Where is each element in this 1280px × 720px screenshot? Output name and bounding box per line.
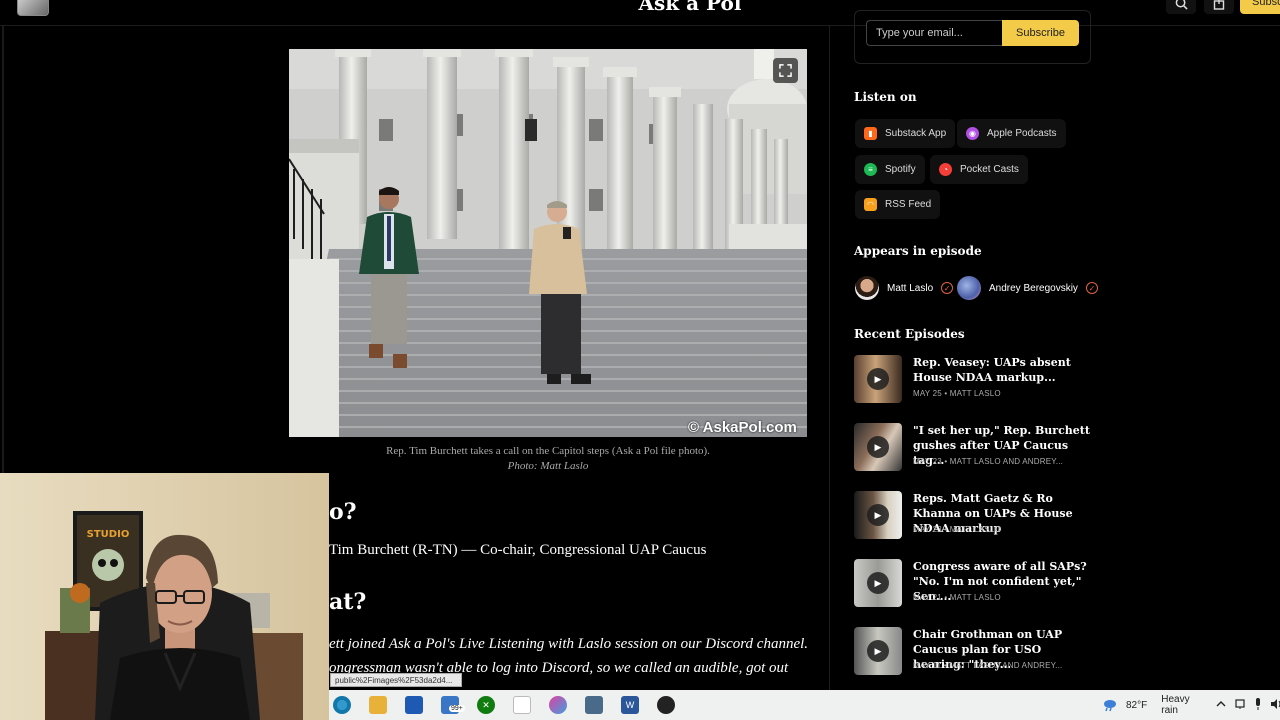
svg-text:STUDIO: STUDIO bbox=[87, 529, 130, 540]
webcam-illustration: STUDIO bbox=[0, 473, 329, 720]
platform-pocket-casts[interactable]: ◔ Pocket Casts bbox=[930, 155, 1028, 184]
capitol-steps-illustration bbox=[289, 49, 807, 437]
verified-icon: ✓ bbox=[1085, 282, 1098, 294]
mail-icon[interactable]: 99+ bbox=[441, 696, 465, 714]
person-name: Matt Laslo bbox=[887, 282, 934, 294]
platform-label: Spotify bbox=[885, 164, 916, 175]
share-button[interactable] bbox=[1204, 0, 1234, 14]
image-watermark: © AskaPol.com bbox=[688, 419, 797, 436]
hero-photo[interactable] bbox=[289, 49, 807, 437]
microphone-icon[interactable] bbox=[1254, 697, 1262, 713]
play-icon[interactable]: ▶ bbox=[867, 436, 889, 458]
person-name: Andrey Beregovskiy bbox=[989, 282, 1078, 294]
episode-meta: MAY 11 • MATT LASLO AND ANDREY... bbox=[913, 661, 1063, 670]
expand-icon bbox=[779, 64, 792, 77]
caption-text: Rep. Tim Burchett takes a call on the Ca… bbox=[386, 445, 710, 457]
platform-rss[interactable]: ◠ RSS Feed bbox=[855, 190, 941, 219]
play-icon[interactable]: ▶ bbox=[867, 572, 889, 594]
subscribe-button[interactable]: Subscribe bbox=[1002, 20, 1079, 46]
search-icon bbox=[1175, 0, 1188, 10]
episode-item[interactable]: ▶ Congress aware of all SAPs? "No. I'm n… bbox=[854, 559, 1094, 611]
xbox-icon[interactable]: ✕ bbox=[477, 696, 495, 714]
mail-badge: 99+ bbox=[449, 705, 465, 712]
calculator-icon[interactable] bbox=[585, 696, 603, 714]
play-icon[interactable]: ▶ bbox=[867, 640, 889, 662]
system-tray: 82°F Heavy rain bbox=[1102, 690, 1280, 720]
rss-icon: ◠ bbox=[864, 198, 877, 211]
platform-label: Pocket Casts bbox=[960, 164, 1019, 175]
play-icon[interactable]: ▶ bbox=[867, 504, 889, 526]
episode-item[interactable]: ▶ Rep. Veasey: UAPs absent House NDAA ma… bbox=[854, 355, 1094, 407]
taskbar: 99+ ✕ W 82°F Heavy rain bbox=[329, 690, 1280, 720]
episode-meta: MAY 21 • MATT LASLO bbox=[913, 593, 1001, 602]
webcam-overlay: STUDIO bbox=[0, 473, 329, 720]
section-heading-what: at? bbox=[329, 589, 367, 615]
appears-heading: Appears in episode bbox=[854, 244, 982, 258]
status-bar-url: public%2Fimages%2F53da2d4... bbox=[330, 673, 462, 687]
share-icon bbox=[1213, 0, 1225, 10]
who-line: Tim Burchett (R-TN) — Co-chair, Congress… bbox=[329, 542, 707, 558]
photo-credit: Photo: Matt Laslo bbox=[507, 460, 589, 472]
avatar bbox=[957, 276, 981, 300]
episode-item[interactable]: ▶ Reps. Matt Gaetz & Ro Khanna on UAPs &… bbox=[854, 491, 1094, 543]
person-matt-laslo[interactable]: Matt Laslo ✓ bbox=[855, 276, 954, 300]
avatar bbox=[855, 276, 879, 300]
episode-meta: MAY 23 • MATT LASLO bbox=[913, 525, 1001, 534]
episode-item[interactable]: ▶ "I set her up," Rep. Burchett gushes a… bbox=[854, 423, 1094, 475]
network-icon[interactable] bbox=[1234, 698, 1246, 713]
pocketcasts-icon: ◔ bbox=[939, 163, 952, 176]
listen-on-heading: Listen on bbox=[854, 90, 917, 104]
email-field[interactable] bbox=[866, 20, 1003, 46]
left-edge bbox=[2, 26, 4, 473]
search-button[interactable] bbox=[1166, 0, 1196, 14]
weather-text[interactable]: Heavy rain bbox=[1161, 694, 1189, 716]
episode-item[interactable]: ▶ Chair Grothman on UAP Caucus plan for … bbox=[854, 627, 1094, 679]
word-icon[interactable]: W bbox=[621, 696, 639, 714]
store-icon[interactable] bbox=[405, 696, 423, 714]
platform-substack[interactable]: ▮ Substack App bbox=[855, 119, 956, 148]
obs-icon[interactable] bbox=[657, 696, 675, 714]
play-icon[interactable]: ▶ bbox=[867, 368, 889, 390]
section-heading-who: o? bbox=[329, 499, 357, 525]
podcast-icon: ◉ bbox=[966, 127, 979, 140]
expand-image-button[interactable] bbox=[773, 58, 798, 83]
episode-title[interactable]: Rep. Veasey: UAPs absent House NDAA mark… bbox=[913, 355, 1093, 385]
platform-label: Apple Podcasts bbox=[987, 128, 1057, 139]
bookmark-icon: ▮ bbox=[864, 127, 877, 140]
platform-spotify[interactable]: ≡ Spotify bbox=[855, 155, 925, 184]
file-explorer-icon[interactable] bbox=[369, 696, 387, 714]
episode-meta: MAY 25 • MATT LASLO bbox=[913, 389, 1001, 398]
platform-label: RSS Feed bbox=[885, 199, 932, 210]
recent-episodes-heading: Recent Episodes bbox=[854, 327, 965, 341]
verified-icon: ✓ bbox=[941, 282, 954, 294]
platform-label: Substack App bbox=[885, 128, 947, 139]
episode-meta: MAY 23 • MATT LASLO AND ANDREY... bbox=[913, 457, 1064, 466]
edge-browser-icon[interactable] bbox=[333, 696, 351, 714]
person-andrey-beregovskiy[interactable]: Andrey Beregovskiy ✓ bbox=[957, 276, 1098, 300]
spotify-icon: ≡ bbox=[864, 163, 877, 176]
platform-apple-podcasts[interactable]: ◉ Apple Podcasts bbox=[957, 119, 1066, 148]
rain-cloud-icon bbox=[1102, 698, 1118, 712]
sidebar-divider bbox=[829, 26, 830, 696]
chevron-up-icon[interactable] bbox=[1216, 700, 1226, 711]
document-icon[interactable] bbox=[513, 696, 531, 714]
photos-icon[interactable] bbox=[549, 696, 567, 714]
body-line: ett joined Ask a Pol's Live Listening wi… bbox=[329, 636, 809, 652]
temperature[interactable]: 82°F bbox=[1126, 700, 1147, 711]
header-subscribe-button[interactable]: Subsc bbox=[1240, 0, 1280, 14]
image-caption: Rep. Tim Burchett takes a call on the Ca… bbox=[289, 444, 807, 474]
volume-icon[interactable] bbox=[1270, 698, 1280, 713]
